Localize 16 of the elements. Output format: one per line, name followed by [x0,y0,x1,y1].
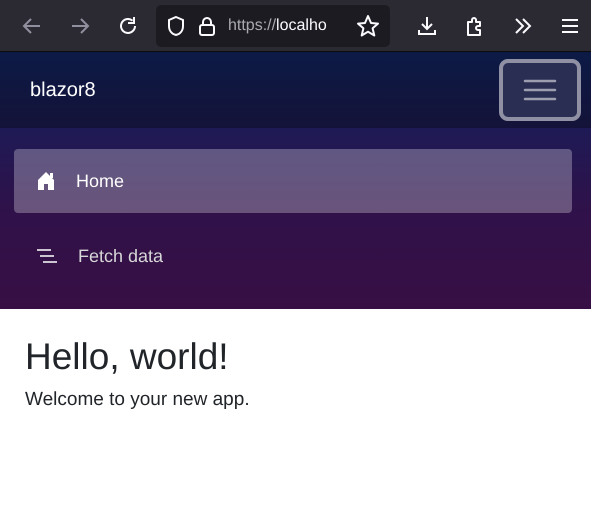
address-bar[interactable]: https://localho [156,4,390,46]
nav-link[interactable]: Fetch data [14,224,572,288]
menu-toggle-button[interactable] [499,59,581,121]
download-icon[interactable] [416,14,438,36]
brand-link[interactable]: blazor8 [30,78,96,102]
welcome-text: Welcome to your new app. [25,389,251,412]
nav-link[interactable]: Home [14,149,572,213]
url-text: https://localho [228,16,328,34]
page-heading: Hello, world! [25,335,230,379]
reload-icon [117,14,139,36]
menu-icon [523,78,557,102]
list-icon [36,248,58,264]
lock-icon [198,14,216,36]
shield-icon [166,14,186,36]
house-icon [36,171,56,191]
star-icon[interactable] [356,14,380,38]
